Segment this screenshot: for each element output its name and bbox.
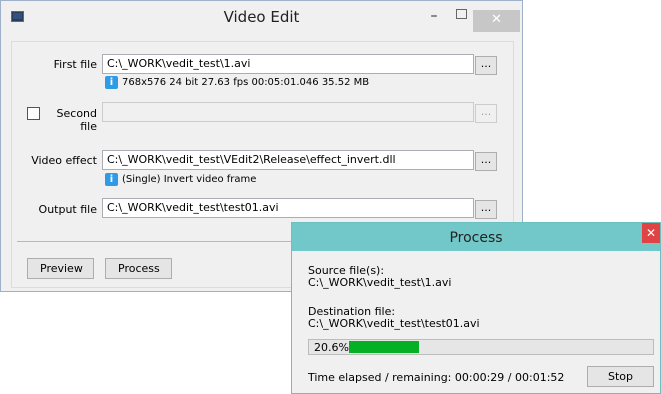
output-file-input[interactable]: C:\_WORK\vedit_test\test01.avi — [102, 198, 474, 218]
title-bar[interactable]: Video Edit – ✕ — [1, 1, 522, 32]
preview-button[interactable]: Preview — [27, 258, 94, 279]
close-button[interactable]: ✕ — [473, 10, 520, 32]
second-file-checkbox[interactable] — [27, 107, 40, 120]
first-file-label: First file — [53, 58, 97, 71]
video-effect-browse-button[interactable]: ... — [475, 152, 497, 171]
progress-fill — [349, 341, 419, 353]
process-window-title: Process — [449, 230, 503, 246]
video-effect-input[interactable]: C:\_WORK\vedit_test\VEdit2\Release\effec… — [102, 150, 474, 170]
process-close-button[interactable]: ✕ — [642, 223, 660, 243]
second-file-browse-button[interactable]: ... — [475, 104, 497, 123]
video-effect-info: (Single) Invert video frame — [122, 174, 257, 185]
minimize-button[interactable]: – — [422, 9, 446, 27]
process-window: Process ✕ Source file(s): C:\_WORK\vedit… — [291, 222, 661, 394]
progress-bar: 20.6% — [308, 339, 654, 355]
source-files-value: C:\_WORK\vedit_test\1.avi — [308, 276, 452, 289]
first-file-input[interactable]: C:\_WORK\vedit_test\1.avi — [102, 54, 474, 74]
second-file-input[interactable] — [102, 102, 474, 122]
time-status: Time elapsed / remaining: 00:00:29 / 00:… — [308, 371, 565, 384]
first-file-info: 768x576 24 bit 27.63 fps 00:05:01.046 35… — [122, 77, 370, 88]
progress-percent: 20.6% — [314, 341, 349, 354]
destination-file-value: C:\_WORK\vedit_test\test01.avi — [308, 317, 480, 330]
output-file-label: Output file — [38, 203, 97, 216]
video-effect-label: Video effect — [31, 154, 97, 167]
info-icon: i — [105, 76, 118, 89]
second-file-label: Second file — [56, 107, 97, 133]
process-button[interactable]: Process — [105, 258, 172, 279]
stop-button[interactable]: Stop — [587, 366, 654, 387]
process-title-bar[interactable]: Process ✕ — [292, 223, 660, 251]
output-file-browse-button[interactable]: ... — [475, 200, 497, 219]
info-icon: i — [105, 173, 118, 186]
maximize-button[interactable] — [449, 8, 473, 24]
first-file-browse-button[interactable]: ... — [475, 56, 497, 75]
